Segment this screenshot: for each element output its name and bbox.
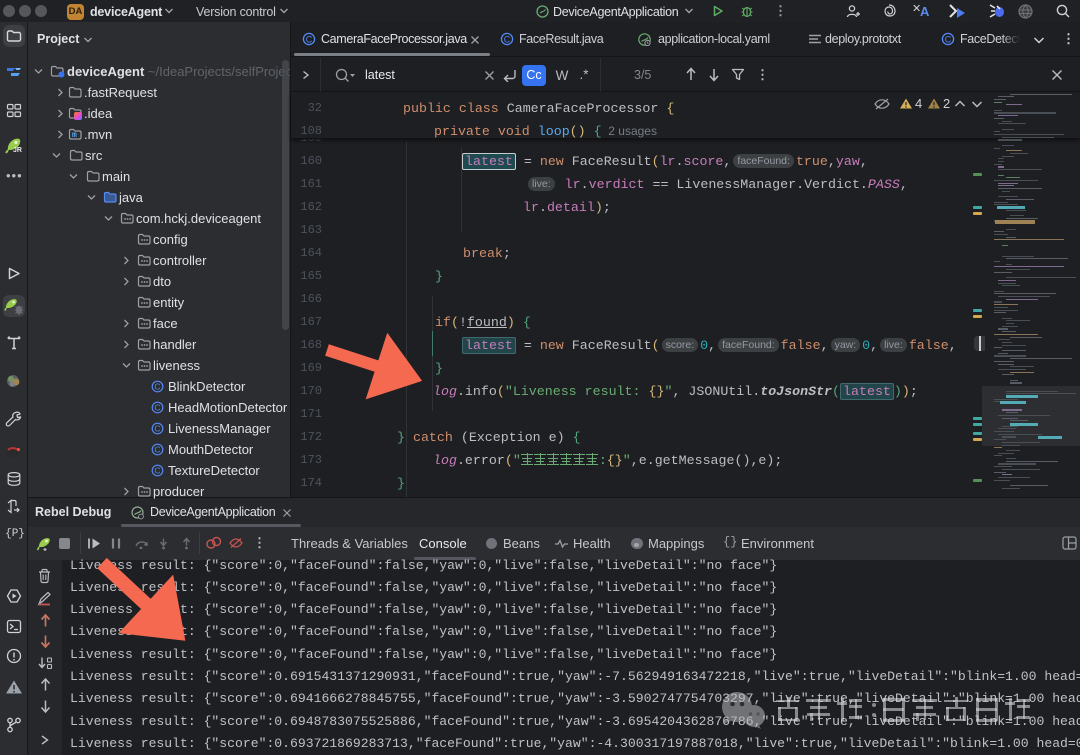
svg-text:C: C bbox=[306, 34, 313, 44]
svg-text:C: C bbox=[504, 34, 511, 44]
svg-text:C: C bbox=[154, 403, 160, 413]
svg-text:C: C bbox=[154, 445, 160, 455]
svg-text:C: C bbox=[154, 382, 160, 392]
svg-text:C: C bbox=[154, 424, 160, 434]
svg-text:C: C bbox=[945, 34, 952, 44]
svg-text:C: C bbox=[154, 466, 160, 476]
